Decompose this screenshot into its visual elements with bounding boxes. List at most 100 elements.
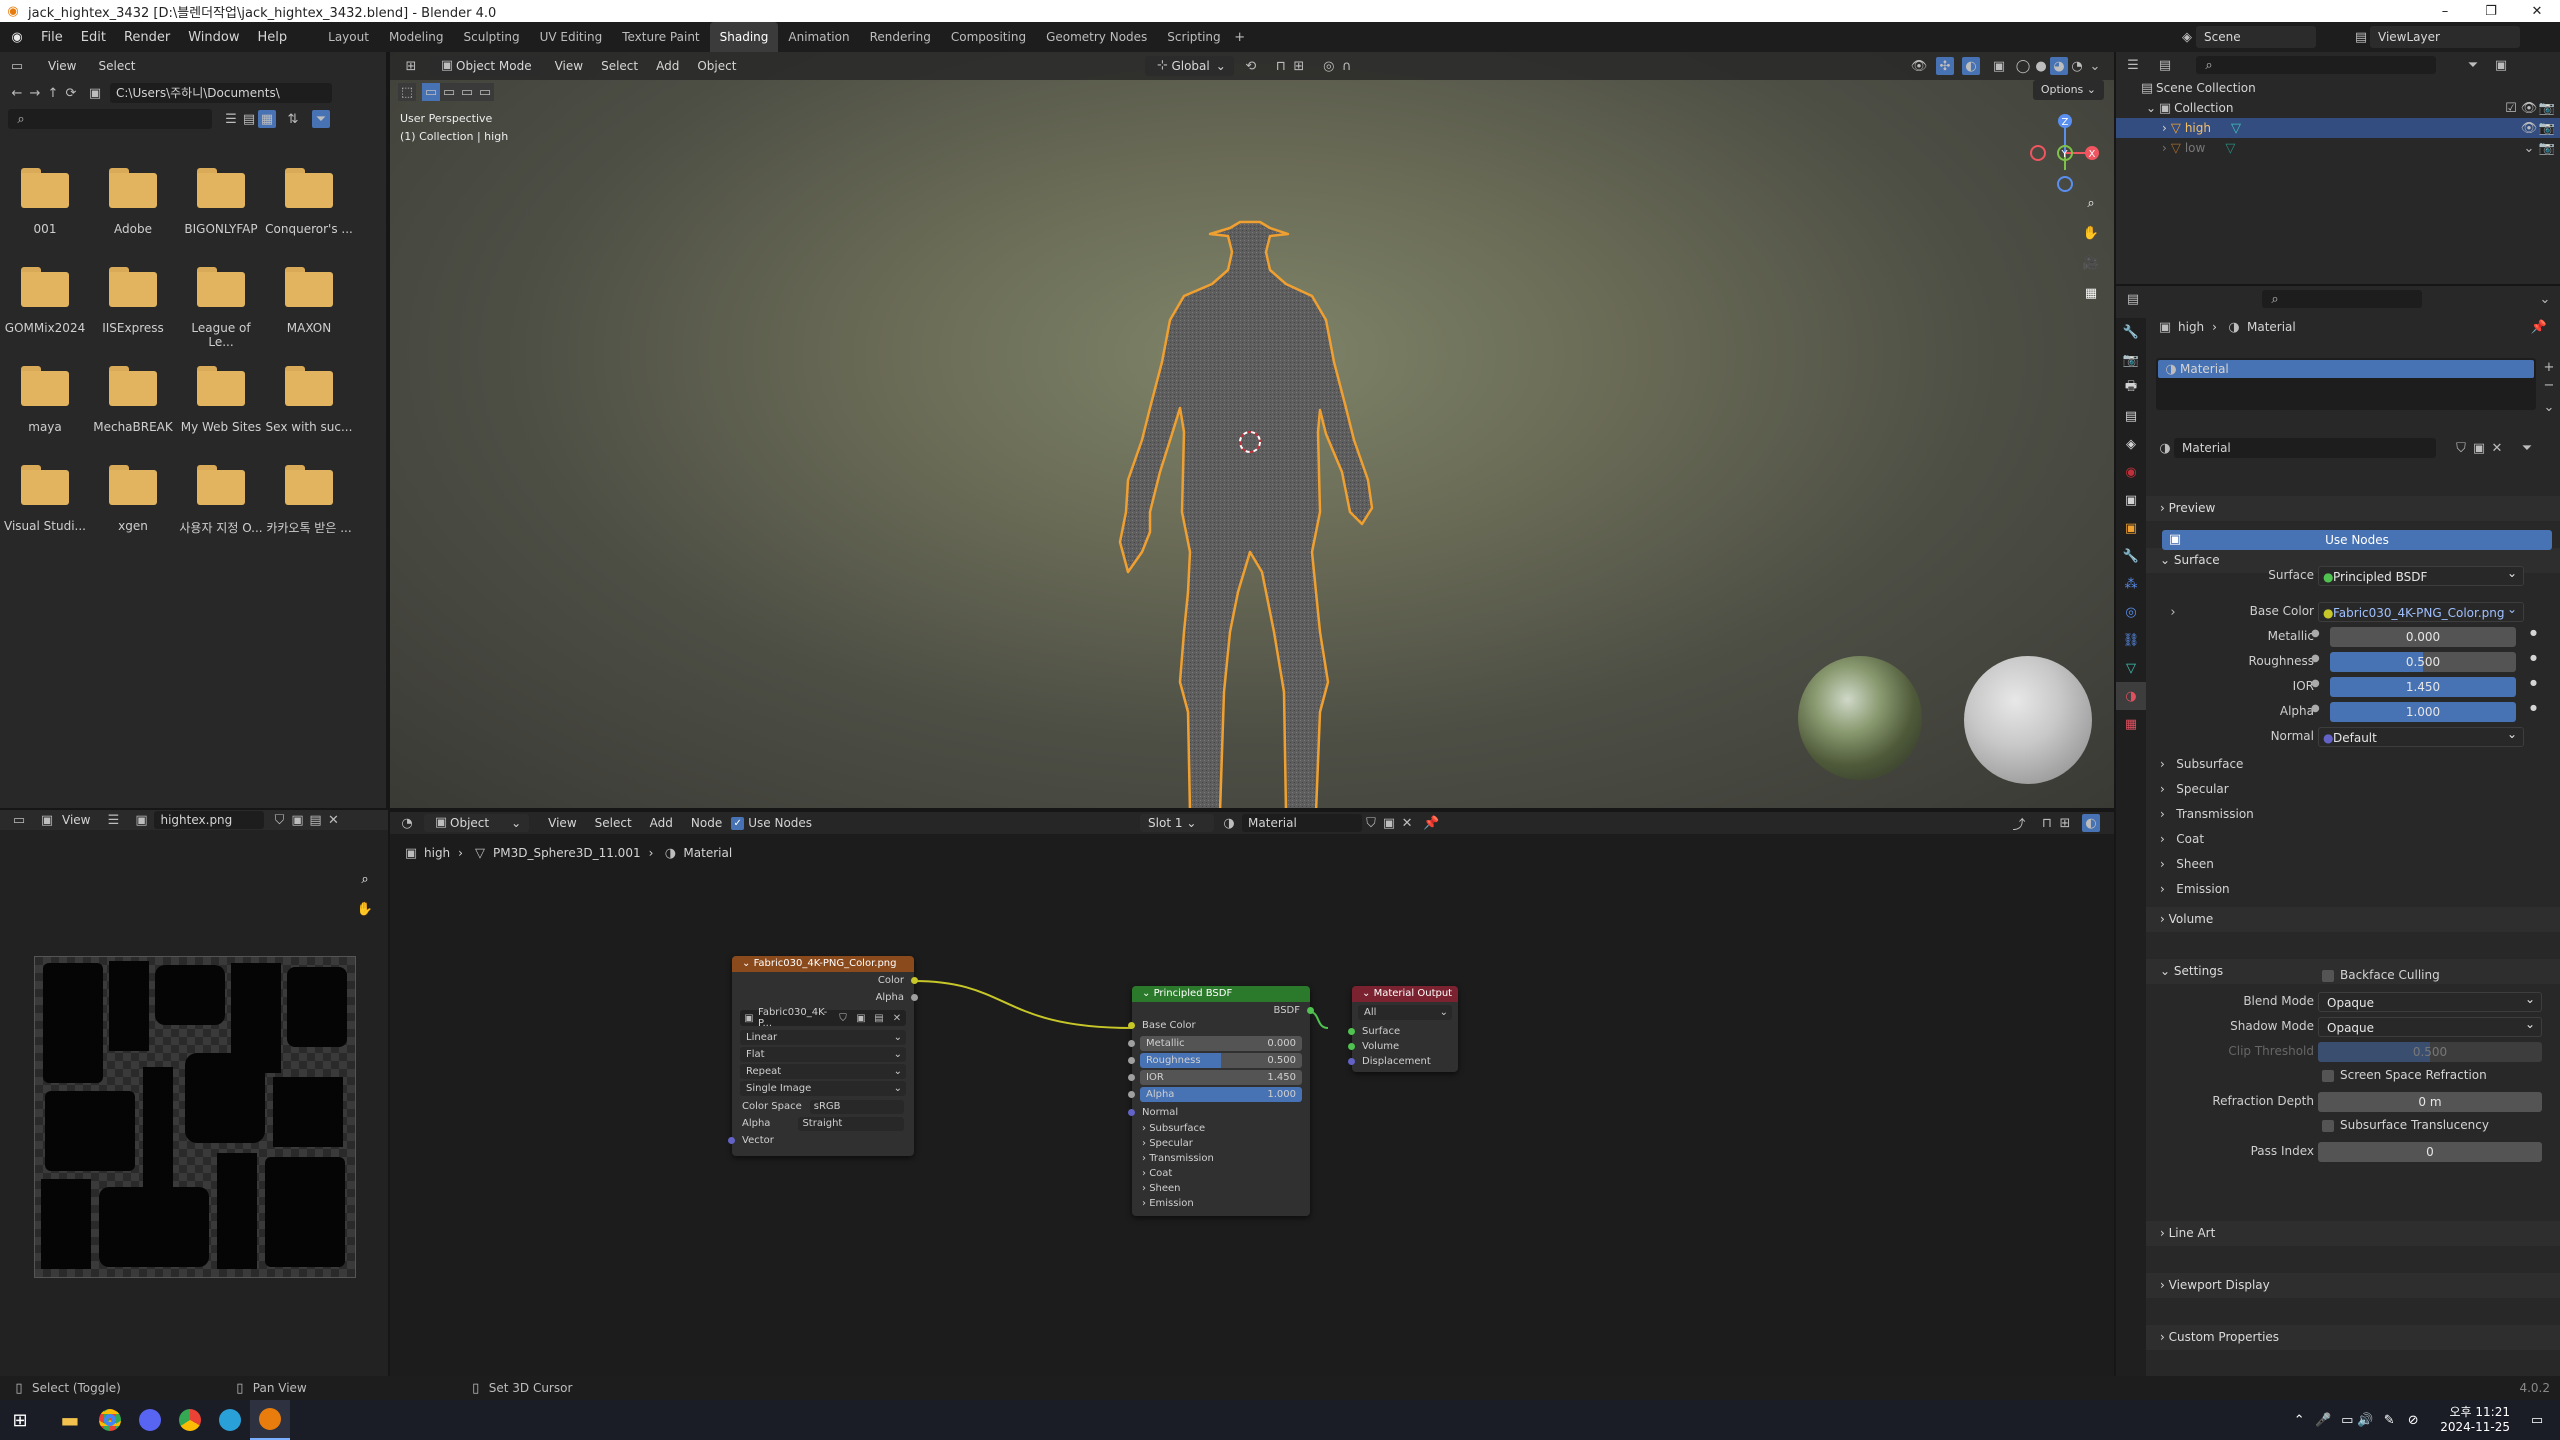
output-tab-icon[interactable]: 🖶 [2116, 374, 2146, 402]
taskbar-app[interactable] [210, 1400, 250, 1440]
constraints-tab-icon[interactable]: ⛓ [2116, 626, 2146, 654]
fb-menu-view[interactable]: View [48, 59, 76, 73]
texture-tab-icon[interactable]: ▦ [2116, 710, 2146, 738]
expand-arrow-icon[interactable]: › [2164, 603, 2182, 621]
folder-item[interactable]: 사용자 지정 O... [177, 465, 265, 536]
editor-type-icon[interactable]: ▤ [2124, 290, 2142, 308]
socket[interactable] [1348, 1058, 1355, 1065]
object-tab-icon[interactable]: ▣ [2116, 514, 2146, 542]
rendered-shading-icon[interactable]: ◔ [2068, 57, 2086, 75]
clip-threshold-field[interactable]: 0.500 [2318, 1042, 2542, 1062]
tab-compositing[interactable]: Compositing [941, 22, 1036, 52]
proportional-edit-icon[interactable]: ◎ [1320, 57, 1338, 75]
subpanel-transmission[interactable]: › Transmission [2160, 802, 2254, 827]
outliner-object-low[interactable]: › ▽ low ▽ ⌄ 📷 [2116, 138, 2560, 158]
unlink-icon[interactable]: ✕ [2488, 439, 2506, 457]
tab-rendering[interactable]: Rendering [860, 22, 941, 52]
new-collection-icon[interactable]: ▣ [2492, 56, 2510, 74]
tab-modeling[interactable]: Modeling [379, 22, 454, 52]
image-texture-node[interactable]: ⌄ Fabric030_4K-PNG_Color.png Color Alpha… [728, 956, 918, 1156]
visibility-icon[interactable]: 👁 [1910, 57, 1928, 75]
socket[interactable] [1307, 1007, 1314, 1014]
folder-item[interactable]: 001 [1, 168, 89, 236]
fake-user-icon[interactable]: ⛉ [834, 1009, 852, 1027]
modifier-tab-icon[interactable]: 🔧 [2116, 542, 2146, 570]
pan-hand-icon[interactable]: ✋ [2082, 224, 2100, 242]
folder-item[interactable]: 카카오톡 받은 ... [265, 465, 353, 536]
pen-icon[interactable]: ✎ [2380, 1411, 2398, 1429]
subpanel-subsurface[interactable]: › Subsurface [2160, 752, 2254, 777]
properties-search-input[interactable]: ⌕ [2262, 290, 2422, 308]
list-horizontal-icon[interactable]: ▤ [240, 110, 258, 128]
menu-window[interactable]: Window [179, 30, 248, 45]
falloff-icon[interactable]: ∩ [1338, 57, 1356, 75]
3d-viewport[interactable]: ⊞ ▣ Object Mode View Select Add Object ⊹ G… [390, 52, 2114, 808]
notification-icon[interactable]: ▭ [2528, 1411, 2546, 1429]
alpha-mode-dropdown[interactable]: Straight [798, 1116, 904, 1131]
taskbar-discord[interactable] [130, 1400, 170, 1440]
surface-shader-field[interactable]: ● Principled BSDF [2318, 563, 2524, 586]
preview-section[interactable]: › Preview [2146, 496, 2560, 521]
microphone-icon[interactable]: 🎤 [2314, 1411, 2332, 1429]
duplicate-icon[interactable]: ▣ [852, 1009, 870, 1027]
metallic-slider[interactable]: Metallic 0.000 [1128, 1036, 1302, 1051]
pass-index-field[interactable]: 0 [2318, 1142, 2542, 1162]
render-camera-icon[interactable]: 📷 [2538, 99, 2556, 117]
parent-dir-icon[interactable]: ↑ [44, 84, 62, 102]
bsdf-panel-emission[interactable]: › Emission [1132, 1196, 1310, 1211]
view-mode-icon[interactable]: ▣ [38, 811, 56, 829]
camera-icon[interactable]: 🎥 [2082, 254, 2100, 272]
image-node-header[interactable]: ⌄ Fabric030_4K-PNG_Color.png [732, 956, 914, 972]
editor-type-icon[interactable]: ▭ [8, 57, 26, 75]
folder-item[interactable]: Visual Studi... [1, 465, 89, 533]
vp-menu-select[interactable]: Select [592, 59, 647, 73]
particles-tab-icon[interactable]: ⁂ [2116, 570, 2146, 598]
duplicate-icon[interactable]: ▣ [2470, 439, 2488, 457]
world-tab-icon[interactable]: ◉ [2116, 458, 2146, 486]
snap-icon[interactable]: ⊓ [1272, 57, 1290, 75]
zoom-icon[interactable]: ⌕ [356, 870, 374, 888]
socket[interactable] [911, 977, 918, 984]
unlink-icon[interactable]: ✕ [888, 1009, 906, 1027]
hidden-icon[interactable]: ⌄ [2520, 139, 2538, 157]
blend-mode-dropdown[interactable]: Opaque [2318, 989, 2542, 1012]
subpanel-emission[interactable]: › Emission [2160, 877, 2254, 902]
keyframe-dot-icon[interactable]: ● [2530, 653, 2537, 662]
material-slot-item[interactable]: ◑ Material [2158, 360, 2534, 378]
vp-menu-object[interactable]: Object [688, 59, 745, 73]
bsdf-panel-specular[interactable]: › Specular [1132, 1136, 1310, 1151]
menu-help[interactable]: Help [249, 30, 297, 45]
minimize-icon[interactable]: – [2422, 2, 2468, 20]
folder-item[interactable]: maya [1, 366, 89, 434]
bsdf-panel-transmission[interactable]: › Transmission [1132, 1151, 1310, 1166]
keyframe-dot-icon[interactable]: ● [2530, 678, 2537, 687]
view-layer-selector[interactable]: ViewLayer [2370, 26, 2520, 48]
network-icon[interactable]: ▭ [2338, 1411, 2356, 1429]
socket[interactable] [1128, 1057, 1135, 1064]
image-datablock-field[interactable]: ▣ Fabric030_4K-P... ⛉ ▣ ▤ ✕ [740, 1007, 906, 1029]
keyframe-dot-icon[interactable]: ● [2530, 703, 2537, 712]
new-folder-icon[interactable]: ▣ [86, 84, 104, 102]
snap-target-icon[interactable]: ⊞ [1290, 57, 1308, 75]
blender-menu-icon[interactable]: ◉ [8, 28, 26, 46]
menu-render[interactable]: Render [115, 30, 179, 45]
folder-item[interactable]: My Web Sites [177, 366, 265, 434]
tab-scripting[interactable]: Scripting [1157, 22, 1230, 52]
editor-type-icon[interactable]: ☰ [2124, 56, 2142, 74]
filter-icon[interactable]: ⏷ [312, 110, 330, 128]
image-name-field[interactable]: hightex.png [154, 811, 265, 829]
outliner-collection-row[interactable]: ⌄ ▣ Collection ☑ 👁 📷 [2116, 98, 2560, 118]
bsdf-panel-subsurface[interactable]: › Subsurface [1132, 1121, 1310, 1136]
roughness-field[interactable]: 0.500 [2330, 652, 2516, 672]
transform-orientation[interactable]: ⊹ Global ⌄ [1145, 56, 1234, 76]
custom-properties-section[interactable]: › Custom Properties [2146, 1325, 2560, 1350]
taskbar-chrome-2[interactable] [170, 1400, 210, 1440]
object-mode-selector[interactable]: ▣ Object Mode [430, 56, 540, 76]
subpanel-coat[interactable]: › Coat [2160, 827, 2254, 852]
back-icon[interactable]: ← [8, 84, 26, 102]
view-layer-tab-icon[interactable]: ▤ [2116, 402, 2146, 430]
uv-texture-image[interactable] [34, 956, 356, 1278]
fb-menu-select[interactable]: Select [98, 59, 135, 73]
subpanel-specular[interactable]: › Specular [2160, 777, 2254, 802]
material-output-node[interactable]: ⌄ Material Output All ⌄ Surface Volume Di… [1348, 986, 1458, 1072]
